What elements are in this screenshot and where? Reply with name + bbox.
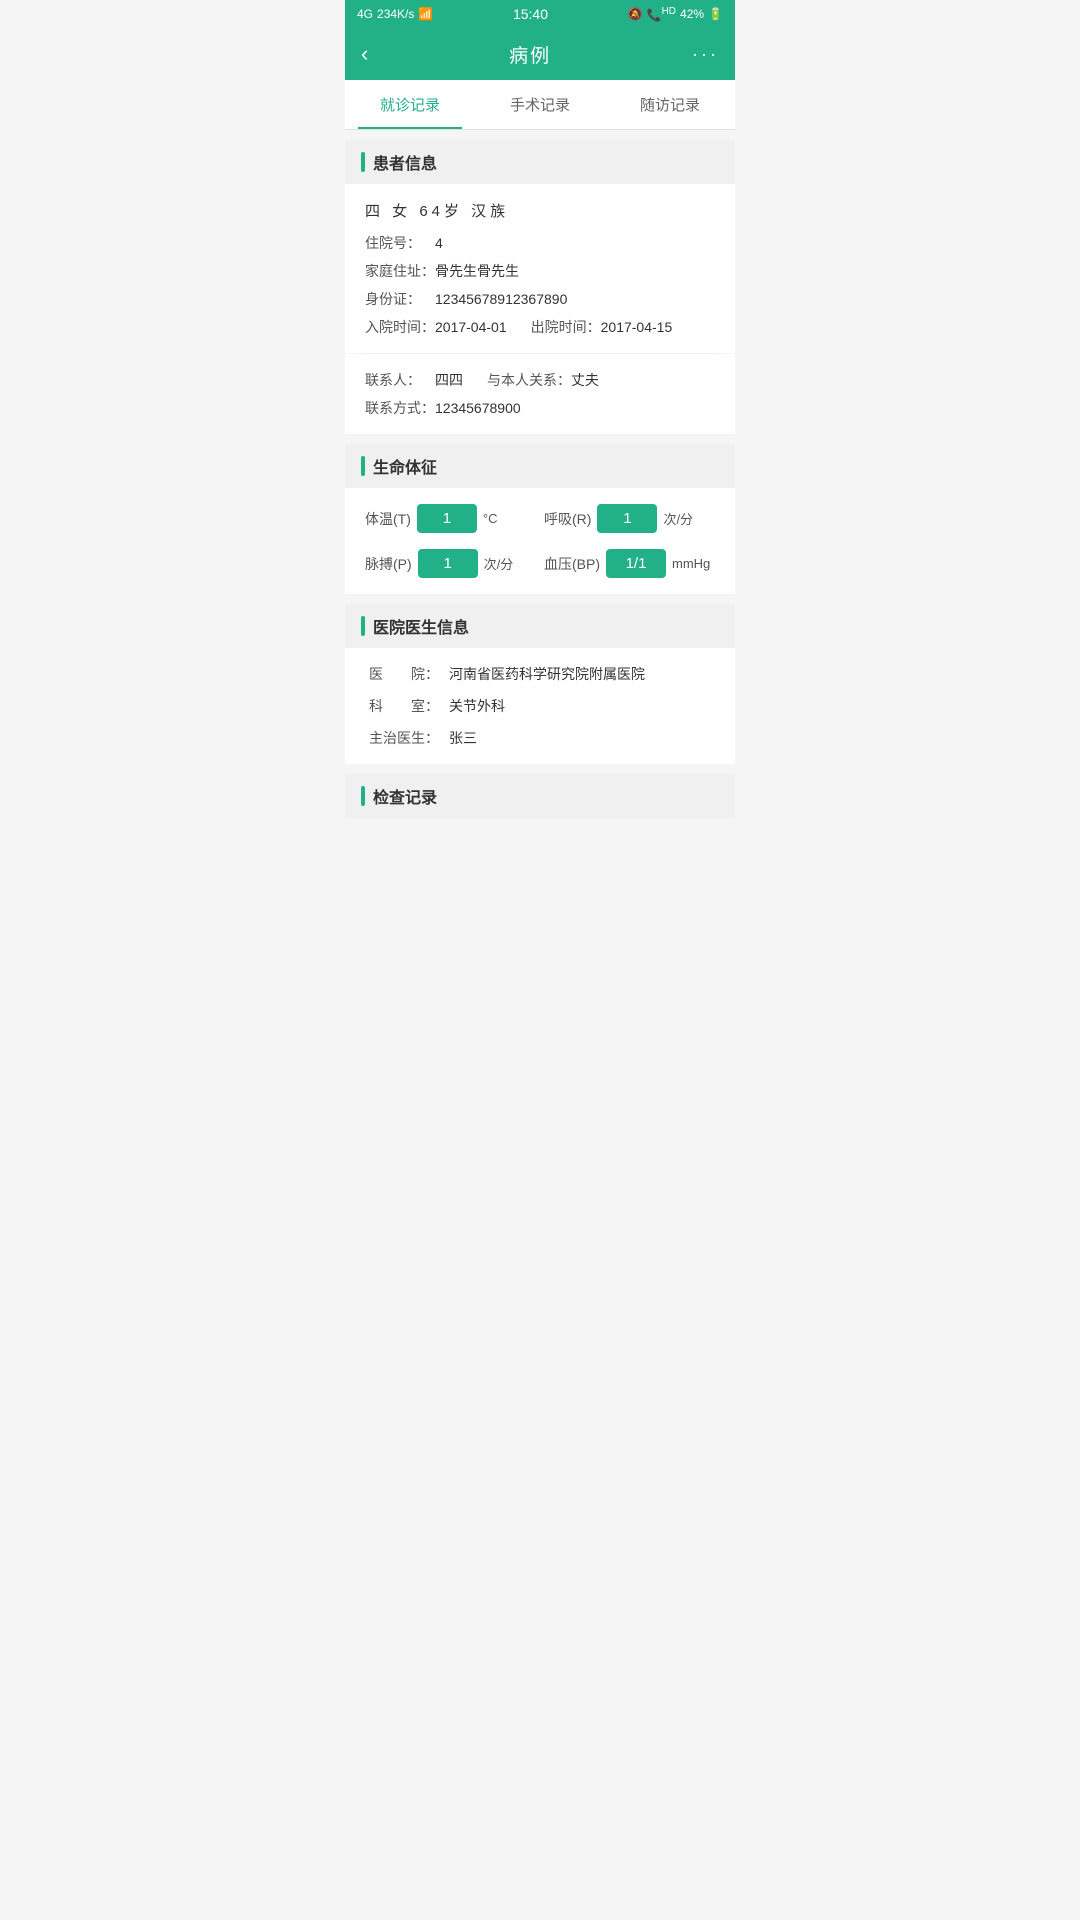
more-button[interactable]: ··· <box>692 44 719 65</box>
pulse-label: 脉搏(P) <box>365 554 412 574</box>
hospital-info-bar-icon <box>361 616 365 636</box>
temperature-unit: °C <box>483 511 498 526</box>
temperature-value: 1 <box>417 504 477 533</box>
id-row: 身份证： 12345678912367890 <box>365 289 715 309</box>
relation-label: 与本人关系： <box>487 370 571 390</box>
check-record-title: 检查记录 <box>373 784 437 808</box>
vitals-section-header: 生命体征 <box>345 444 735 488</box>
admit-date-row: 入院时间： 2017-04-01 出院时间： 2017-04-15 <box>365 317 715 337</box>
doctor-row: 主治医生： 张三 <box>369 728 711 748</box>
page-title: 病例 <box>509 41 551 68</box>
contact-person-row: 联系人： 四四 与本人关系： 丈夫 <box>365 370 715 390</box>
hospital-number-value: 4 <box>435 235 443 251</box>
hospital-name-row: 医 院： 河南省医药科学研究院附属医院 <box>369 664 711 684</box>
signal-icon: 4G <box>357 7 373 21</box>
temperature-label: 体温(T) <box>365 509 411 529</box>
tab-visit-record[interactable]: 就诊记录 <box>345 80 475 129</box>
respiration-unit: 次/分 <box>663 509 693 528</box>
discharge-date-label: 出院时间： <box>531 317 601 337</box>
alarm-icon: 🔕 <box>628 7 643 21</box>
battery-level: 42% <box>680 7 704 21</box>
patient-info-title: 患者信息 <box>373 150 437 174</box>
status-right: 🔕 📞HD 42% 🔋 <box>628 6 723 22</box>
header: ‹ 病例 ··· <box>345 28 735 80</box>
contact-phone-value: 12345678900 <box>435 400 521 416</box>
section-bar-icon <box>361 152 365 172</box>
status-bar: 4G 234K/s 📶 15:40 🔕 📞HD 42% 🔋 <box>345 0 735 28</box>
id-value: 12345678912367890 <box>435 291 567 307</box>
contact-phone-row: 联系方式： 12345678900 <box>365 398 715 418</box>
pulse-unit: 次/分 <box>484 554 514 573</box>
back-button[interactable]: ‹ <box>361 41 368 67</box>
admit-date-value: 2017-04-01 <box>435 319 507 335</box>
address-row: 家庭住址： 骨先生骨先生 <box>365 261 715 281</box>
hospital-info-block: 医 院： 河南省医药科学研究院附属医院 科 室： 关节外科 主治医生： 张三 <box>345 648 735 764</box>
doctor-value: 张三 <box>449 728 477 748</box>
respiration-item: 呼吸(R) 1 次/分 <box>544 504 715 533</box>
patient-basic-info: 四 女 64岁 汉族 <box>365 200 715 221</box>
contact-person-value: 四四 <box>435 370 463 390</box>
pulse-value: 1 <box>418 549 478 578</box>
temperature-item: 体温(T) 1 °C <box>365 504 536 533</box>
hospital-number-label: 住院号： <box>365 233 435 253</box>
department-label: 科 室： <box>369 696 449 716</box>
hospital-info-section-header: 医院医生信息 <box>345 604 735 648</box>
check-record-bar-icon <box>361 786 365 806</box>
status-left: 4G 234K/s 📶 <box>357 7 433 21</box>
address-value: 骨先生骨先生 <box>435 261 519 281</box>
bloodpressure-item: 血压(BP) 1/1 mmHg <box>544 549 715 578</box>
id-label: 身份证： <box>365 289 435 309</box>
patient-basic-block: 四 女 64岁 汉族 住院号： 4 家庭住址： 骨先生骨先生 身份证： 1234… <box>345 184 735 353</box>
call-icon: 📞HD <box>647 6 676 22</box>
patient-info-section-header: 患者信息 <box>345 140 735 184</box>
respiration-value: 1 <box>597 504 657 533</box>
department-value: 关节外科 <box>449 696 505 716</box>
contact-phone-label: 联系方式： <box>365 398 435 418</box>
address-label: 家庭住址： <box>365 261 435 281</box>
hospital-name-label: 医 院： <box>369 664 449 684</box>
hospital-info-title: 医院医生信息 <box>373 614 469 638</box>
relation-value: 丈夫 <box>571 370 599 390</box>
bloodpressure-unit: mmHg <box>672 556 710 571</box>
bloodpressure-label: 血压(BP) <box>544 554 600 574</box>
contact-block: 联系人： 四四 与本人关系： 丈夫 联系方式： 12345678900 <box>345 354 735 434</box>
speed-indicator: 234K/s <box>377 7 414 21</box>
department-row: 科 室： 关节外科 <box>369 696 711 716</box>
tab-surgery-record[interactable]: 手术记录 <box>475 80 605 129</box>
bloodpressure-value: 1/1 <box>606 549 666 578</box>
vitals-grid: 体温(T) 1 °C 呼吸(R) 1 次/分 脉搏(P) 1 次/分 血压(BP… <box>345 488 735 594</box>
hospital-name-value: 河南省医药科学研究院附属医院 <box>449 664 645 684</box>
respiration-label: 呼吸(R) <box>544 509 591 529</box>
doctor-label: 主治医生： <box>369 728 449 748</box>
discharge-date-value: 2017-04-15 <box>601 319 673 335</box>
check-record-section-header: 检查记录 <box>345 774 735 818</box>
vitals-title: 生命体征 <box>373 454 437 478</box>
vitals-section-bar-icon <box>361 456 365 476</box>
admit-date-label: 入院时间： <box>365 317 435 337</box>
contact-person-label: 联系人： <box>365 370 435 390</box>
wifi-icon: 📶 <box>418 7 433 21</box>
hospital-number-row: 住院号： 4 <box>365 233 715 253</box>
pulse-item: 脉搏(P) 1 次/分 <box>365 549 536 578</box>
tab-bar: 就诊记录 手术记录 随访记录 <box>345 80 735 130</box>
tab-followup-record[interactable]: 随访记录 <box>605 80 735 129</box>
status-time: 15:40 <box>513 6 548 22</box>
battery-icon: 🔋 <box>708 7 723 21</box>
